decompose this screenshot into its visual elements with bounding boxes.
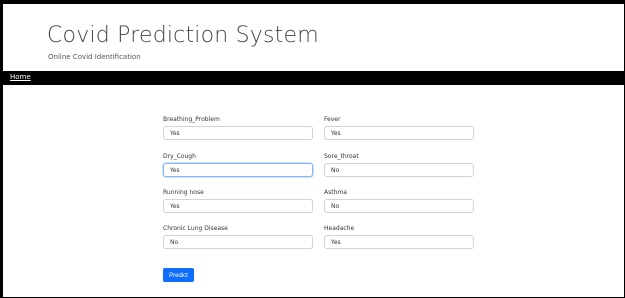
nav-home-link[interactable]: Home: [10, 73, 31, 81]
page-title: Covid Prediction System: [47, 23, 319, 48]
headache-input[interactable]: Yes: [324, 235, 474, 249]
asthma-label: Asthma: [324, 189, 347, 196]
dry-cough-label: Dry_Cough: [163, 153, 196, 160]
sore-throat-input[interactable]: No: [324, 163, 474, 177]
headache-label: Headache: [324, 225, 355, 232]
fever-label: Fever: [324, 116, 341, 123]
chronic-lung-disease-label: Chronic Lung Disease: [163, 225, 228, 232]
sore-throat-label: Sore_throat: [324, 153, 359, 160]
page-subtitle: Online Covid Identification: [48, 53, 141, 61]
running-nose-input[interactable]: Yes: [163, 199, 313, 213]
running-nose-label: Running nose: [163, 189, 204, 196]
navbar: Home: [3, 71, 624, 85]
dry-cough-input[interactable]: Yes: [163, 163, 313, 177]
predict-button[interactable]: Predict: [163, 268, 194, 282]
breathing-problem-label: Breathing_Problem: [163, 116, 220, 123]
chronic-lung-disease-input[interactable]: No: [163, 235, 313, 249]
breathing-problem-input[interactable]: Yes: [163, 126, 313, 140]
fever-input[interactable]: Yes: [324, 126, 474, 140]
asthma-input[interactable]: No: [324, 199, 474, 213]
